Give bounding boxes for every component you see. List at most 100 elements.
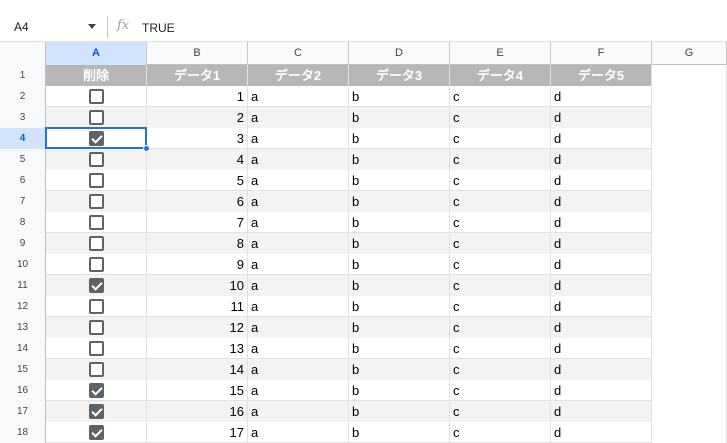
header-cell[interactable]: データ5 bbox=[551, 65, 652, 86]
data-cell[interactable]: b bbox=[349, 86, 450, 107]
data-cell[interactable]: d bbox=[551, 128, 652, 149]
column-header-d[interactable]: D bbox=[349, 42, 450, 65]
row-header[interactable]: 14 bbox=[0, 338, 46, 359]
header-cell[interactable]: データ1 bbox=[147, 65, 248, 86]
empty-cell[interactable] bbox=[652, 401, 727, 422]
column-header-c[interactable]: C bbox=[248, 42, 349, 65]
delete-checkbox-cell[interactable] bbox=[46, 380, 147, 401]
empty-cell[interactable] bbox=[652, 275, 727, 296]
empty-cell[interactable] bbox=[652, 233, 727, 254]
checkbox-checked[interactable] bbox=[89, 383, 104, 398]
data-cell[interactable]: d bbox=[551, 401, 652, 422]
row-header[interactable]: 5 bbox=[0, 149, 46, 170]
row-header[interactable]: 11 bbox=[0, 275, 46, 296]
data-cell[interactable]: 4 bbox=[147, 149, 248, 170]
data-cell[interactable]: d bbox=[551, 338, 652, 359]
empty-cell[interactable] bbox=[652, 170, 727, 191]
empty-cell[interactable] bbox=[652, 149, 727, 170]
data-cell[interactable]: b bbox=[349, 170, 450, 191]
data-cell[interactable]: 10 bbox=[147, 275, 248, 296]
data-cell[interactable]: a bbox=[248, 170, 349, 191]
column-header-e[interactable]: E bbox=[450, 42, 551, 65]
data-cell[interactable]: c bbox=[450, 149, 551, 170]
chevron-down-icon[interactable] bbox=[88, 24, 96, 29]
checkbox-unchecked[interactable] bbox=[89, 362, 104, 377]
data-cell[interactable]: d bbox=[551, 317, 652, 338]
data-cell[interactable]: 1 bbox=[147, 86, 248, 107]
data-cell[interactable]: c bbox=[450, 359, 551, 380]
column-header-f[interactable]: F bbox=[551, 42, 652, 65]
data-cell[interactable]: a bbox=[248, 359, 349, 380]
data-cell[interactable]: 13 bbox=[147, 338, 248, 359]
data-cell[interactable]: a bbox=[248, 338, 349, 359]
data-cell[interactable]: d bbox=[551, 107, 652, 128]
data-cell[interactable]: 12 bbox=[147, 317, 248, 338]
checkbox-unchecked[interactable] bbox=[89, 194, 104, 209]
data-cell[interactable]: 6 bbox=[147, 191, 248, 212]
data-cell[interactable]: b bbox=[349, 380, 450, 401]
data-cell[interactable]: a bbox=[248, 296, 349, 317]
delete-checkbox-cell[interactable] bbox=[46, 317, 147, 338]
checkbox-checked[interactable] bbox=[89, 131, 104, 146]
delete-checkbox-cell[interactable] bbox=[46, 233, 147, 254]
data-cell[interactable]: b bbox=[349, 191, 450, 212]
data-cell[interactable]: 9 bbox=[147, 254, 248, 275]
delete-checkbox-cell[interactable] bbox=[46, 338, 147, 359]
empty-cell[interactable] bbox=[652, 212, 727, 233]
formula-input[interactable]: TRUE bbox=[142, 21, 175, 35]
data-cell[interactable]: d bbox=[551, 233, 652, 254]
data-cell[interactable]: d bbox=[551, 359, 652, 380]
data-cell[interactable]: c bbox=[450, 401, 551, 422]
row-header[interactable]: 12 bbox=[0, 296, 46, 317]
data-cell[interactable]: 14 bbox=[147, 359, 248, 380]
row-header[interactable]: 16 bbox=[0, 380, 46, 401]
row-header[interactable]: 15 bbox=[0, 359, 46, 380]
name-box[interactable]: A4 bbox=[6, 14, 102, 40]
data-cell[interactable]: 11 bbox=[147, 296, 248, 317]
data-cell[interactable]: a bbox=[248, 128, 349, 149]
empty-cell[interactable] bbox=[652, 317, 727, 338]
data-cell[interactable]: b bbox=[349, 107, 450, 128]
delete-checkbox-cell[interactable] bbox=[46, 170, 147, 191]
row-header[interactable]: 9 bbox=[0, 233, 46, 254]
data-cell[interactable]: c bbox=[450, 254, 551, 275]
data-cell[interactable]: a bbox=[248, 191, 349, 212]
empty-cell[interactable] bbox=[652, 191, 727, 212]
data-cell[interactable]: b bbox=[349, 422, 450, 443]
data-cell[interactable]: c bbox=[450, 317, 551, 338]
data-cell[interactable]: a bbox=[248, 233, 349, 254]
column-header-b[interactable]: B bbox=[147, 42, 248, 65]
data-cell[interactable]: c bbox=[450, 233, 551, 254]
data-cell[interactable]: c bbox=[450, 170, 551, 191]
row-header[interactable]: 8 bbox=[0, 212, 46, 233]
data-cell[interactable]: d bbox=[551, 422, 652, 443]
data-cell[interactable]: c bbox=[450, 338, 551, 359]
delete-checkbox-cell[interactable] bbox=[46, 401, 147, 422]
data-cell[interactable]: b bbox=[349, 359, 450, 380]
empty-cell[interactable] bbox=[652, 296, 727, 317]
data-cell[interactable]: b bbox=[349, 212, 450, 233]
empty-cell[interactable] bbox=[652, 422, 727, 443]
data-cell[interactable]: b bbox=[349, 338, 450, 359]
data-cell[interactable]: d bbox=[551, 212, 652, 233]
data-cell[interactable]: a bbox=[248, 275, 349, 296]
data-cell[interactable]: c bbox=[450, 86, 551, 107]
empty-cell[interactable] bbox=[652, 338, 727, 359]
data-cell[interactable]: a bbox=[248, 149, 349, 170]
data-cell[interactable]: a bbox=[248, 422, 349, 443]
data-cell[interactable]: b bbox=[349, 275, 450, 296]
checkbox-unchecked[interactable] bbox=[89, 341, 104, 356]
data-cell[interactable]: b bbox=[349, 149, 450, 170]
empty-cell[interactable] bbox=[652, 65, 727, 86]
data-cell[interactable]: b bbox=[349, 233, 450, 254]
checkbox-unchecked[interactable] bbox=[89, 110, 104, 125]
row-header[interactable]: 6 bbox=[0, 170, 46, 191]
column-header-a[interactable]: A bbox=[46, 42, 147, 65]
data-cell[interactable]: c bbox=[450, 107, 551, 128]
delete-checkbox-cell[interactable] bbox=[46, 359, 147, 380]
row-header[interactable]: 4 bbox=[0, 128, 46, 149]
data-cell[interactable]: a bbox=[248, 317, 349, 338]
data-cell[interactable]: c bbox=[450, 380, 551, 401]
fill-handle[interactable] bbox=[143, 145, 150, 152]
data-cell[interactable]: a bbox=[248, 86, 349, 107]
